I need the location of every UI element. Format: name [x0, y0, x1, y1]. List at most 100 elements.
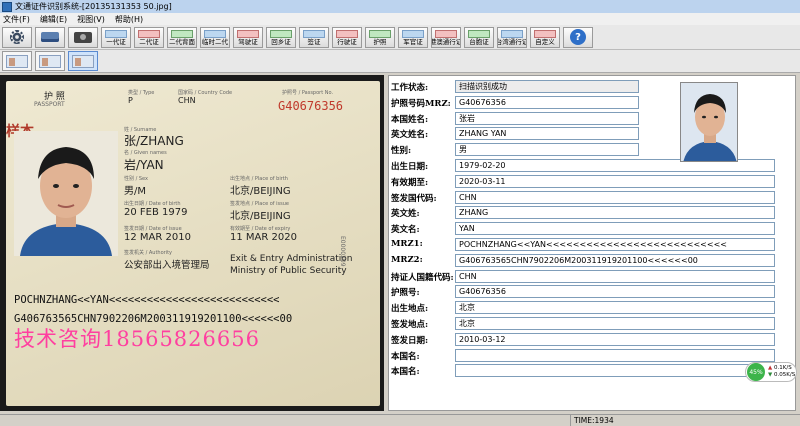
pp-poi-label: 签发地点 / Place of issue — [230, 201, 289, 207]
main-toolbar: 一代证 二代证 二代背面 临时二代 驾驶证 回乡证 签证 行驶证 护照 军官证 港澳通行证 台胞证 台湾… — [0, 25, 800, 50]
card-type-button[interactable]: 一代证 — [101, 26, 131, 48]
pp-auth-en2: Ministry of Public Security — [230, 266, 347, 276]
card-type-button[interactable]: 自定义 — [530, 26, 560, 48]
form-label: 签发国代码: — [391, 193, 437, 204]
network-up-rate: 0.1K/S — [773, 365, 792, 371]
card-type-label: 二代证 — [139, 37, 159, 46]
card-type-button[interactable]: 港澳通行证 — [431, 26, 461, 48]
form-value-field[interactable]: 张岩 — [455, 111, 639, 125]
thumb-button-3[interactable] — [68, 51, 98, 71]
card-thumb-icon — [336, 29, 358, 38]
card-type-button[interactable]: 护照 — [365, 26, 395, 48]
card-type-label: 一代证 — [106, 37, 126, 46]
card-thumb-icon — [105, 29, 127, 38]
form-value-field[interactable]: 男 — [455, 143, 639, 157]
scan-icon — [41, 32, 59, 42]
form-label: 有效期至: — [391, 177, 429, 188]
pp-given-value: 岩/YAN — [124, 158, 164, 172]
form-label: 性别: — [391, 146, 412, 157]
thumb-button-2[interactable] — [35, 51, 65, 71]
card-type-button[interactable]: 台胞证 — [464, 26, 494, 48]
form-value-field[interactable]: ZHANG — [455, 206, 775, 220]
pp-type-label: 类型 / Type — [128, 90, 155, 96]
form-value-field[interactable]: 北京 — [455, 317, 775, 330]
help-button[interactable]: ? — [563, 26, 593, 48]
passport-page: 护 照 PASSPORT 类型 / Type P 国家码 / Country C… — [6, 81, 380, 406]
settings-button[interactable] — [2, 26, 32, 48]
image-thumb-icon — [39, 54, 61, 68]
form-value-field[interactable]: G40676356 — [455, 285, 775, 299]
form-value-field[interactable]: 2020-03-11 — [455, 174, 775, 188]
card-type-button[interactable]: 行驶证 — [332, 26, 362, 48]
menu-file[interactable]: 文件(F) — [3, 14, 30, 25]
card-thumb-icon — [138, 29, 160, 38]
card-type-button[interactable]: 回乡证 — [266, 26, 296, 48]
card-type-button[interactable]: 二代证 — [134, 26, 164, 48]
pp-auth-value: 公安部出入境管理局 — [124, 260, 210, 271]
card-type-label: 军官证 — [403, 37, 423, 46]
camera-button[interactable] — [68, 26, 98, 48]
recognition-result-form: 工作状态: 扫描识别成功 护照号码MRZ: G40676356 本国姓名: 张岩 英文姓名:… — [388, 75, 796, 411]
card-type-label: 二代背面 — [169, 37, 195, 46]
pp-passno-label: 护照号 / Passport No. — [282, 90, 334, 96]
menu-view[interactable]: 视图(V) — [77, 14, 105, 25]
form-label: 英文姓名: — [391, 130, 429, 141]
menu-edit[interactable]: 编辑(E) — [40, 14, 67, 25]
pp-pob-value: 北京/BEIJING — [230, 186, 291, 197]
thumb-button-1[interactable] — [2, 51, 32, 71]
form-label: 出生日期: — [391, 162, 429, 172]
form-value-field[interactable]: 北京 — [455, 301, 775, 315]
form-value-field[interactable]: CHN — [455, 269, 775, 283]
form-label: 工作状态: — [391, 83, 429, 93]
network-speed-widget[interactable]: 45% ▲ 0.1K/S ▼ 0.05K/S — [745, 362, 797, 382]
card-thumb-icon — [468, 29, 490, 38]
menu-help[interactable]: 帮助(H) — [115, 14, 143, 25]
card-thumb-icon — [237, 29, 259, 38]
card-thumb-icon — [435, 29, 457, 38]
card-type-button[interactable]: 军官证 — [398, 26, 428, 48]
form-label: 本国姓名: — [391, 114, 429, 125]
holder-photo — [680, 82, 738, 162]
app-icon — [2, 1, 12, 12]
pp-dob-label: 出生日期 / Date of birth — [124, 201, 181, 207]
pp-sex-label: 性别 / Sex — [124, 176, 148, 182]
card-type-label: 驾驶证 — [238, 37, 258, 46]
status-time: TIME:1934 — [570, 415, 800, 426]
card-thumb-icon — [204, 29, 226, 38]
form-value-field[interactable]: G40676356 — [455, 95, 639, 109]
form-value-field[interactable]: CHN — [455, 190, 775, 204]
card-type-button[interactable]: 二代背面 — [167, 26, 197, 48]
form-label: 签发地点: — [391, 320, 429, 330]
form-label: 本国名: — [391, 367, 420, 378]
card-type-button[interactable]: 签证 — [299, 26, 329, 48]
pp-doi-value: 12 MAR 2010 — [124, 232, 191, 243]
thumbnail-toolbar — [0, 50, 800, 73]
pp-doe-value: 11 MAR 2020 — [230, 232, 297, 243]
pp-passno-value: G40676356 — [278, 99, 344, 113]
card-type-label: 行驶证 — [337, 37, 357, 46]
form-value-field[interactable]: YAN — [455, 222, 775, 236]
form-value-field[interactable] — [455, 348, 775, 362]
card-type-button[interactable]: 临时二代 — [200, 26, 230, 48]
pp-type-value: P — [128, 96, 133, 105]
status-bar: TIME:1934 — [0, 414, 800, 426]
face-portrait-icon — [14, 131, 118, 256]
form-value-field[interactable]: POCHNZHANG<<YAN<<<<<<<<<<<<<<<<<<<<<<<<<… — [455, 238, 775, 251]
form-value-field[interactable] — [455, 364, 775, 378]
form-value-field[interactable]: G406763565CHN7902206M200311919201100<<<<… — [455, 253, 775, 267]
holder-face-icon — [681, 83, 737, 161]
pp-holder-face — [14, 131, 118, 256]
card-type-button[interactable]: 台湾通行证 — [497, 26, 527, 48]
card-type-button[interactable]: 驾驶证 — [233, 26, 263, 48]
card-thumb-icon — [402, 29, 424, 38]
network-down-rate: 0.05K/S — [773, 372, 796, 378]
form-value-field[interactable]: ZHANG YAN — [455, 127, 639, 141]
card-thumb-icon — [171, 29, 193, 38]
pp-auth-label: 签发机关 / Authority — [124, 250, 173, 256]
card-type-label: 护照 — [373, 37, 387, 46]
form-value-field[interactable]: 扫描识别成功 — [455, 80, 639, 93]
menu-bar: 文件(F) 编辑(E) 视图(V) 帮助(H) — [0, 13, 800, 25]
scan-button[interactable] — [35, 26, 65, 48]
pp-header-en: PASSPORT — [34, 101, 65, 108]
form-value-field[interactable]: 2010-03-12 — [455, 332, 775, 346]
